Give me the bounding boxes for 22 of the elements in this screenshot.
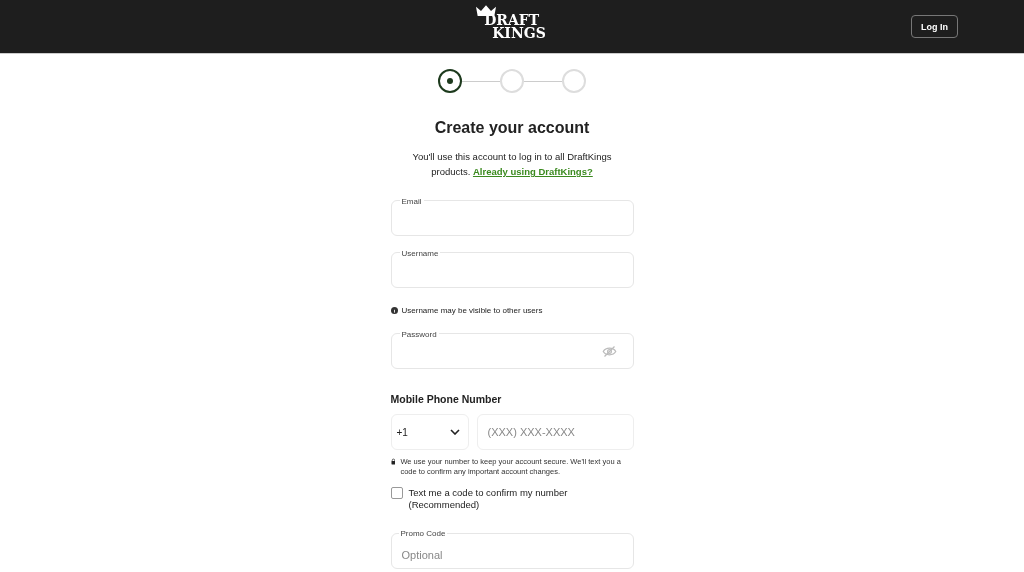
input-field[interactable]: Email [390,200,634,236]
field-label: Email [399,197,424,206]
hint-text: Username may be visible to other users [401,306,543,315]
field-label: Password [399,330,439,339]
input-field[interactable]: Username [390,252,634,288]
phone-input-field[interactable]: (XXX) XXX-XXXX [476,414,634,450]
lock-icon [390,457,396,466]
section-heading: Mobile Phone Number [390,393,503,405]
logo-text: DRAFT KINGS [483,13,546,40]
info-icon [390,307,398,314]
input-field[interactable]: Password [390,333,634,369]
field-label: Promo Code [398,529,448,538]
existing-account-link[interactable]: Already using DraftKings? [472,166,593,177]
login-button[interactable]: Log In [911,15,958,38]
intro-text: You'll use this account to log in to all DraftKings products. Already using DraftKings? [411,150,613,179]
checkbox-label: Text me a code to confirm my number (Recommended) [408,487,569,511]
field-label: Username [399,249,441,258]
country-code-select[interactable]: +1 [390,414,469,450]
eye-slash-icon[interactable] [601,344,617,359]
chevron-down-icon [449,429,460,435]
page-title: Create your account [434,119,590,137]
checkbox[interactable] [390,487,403,499]
